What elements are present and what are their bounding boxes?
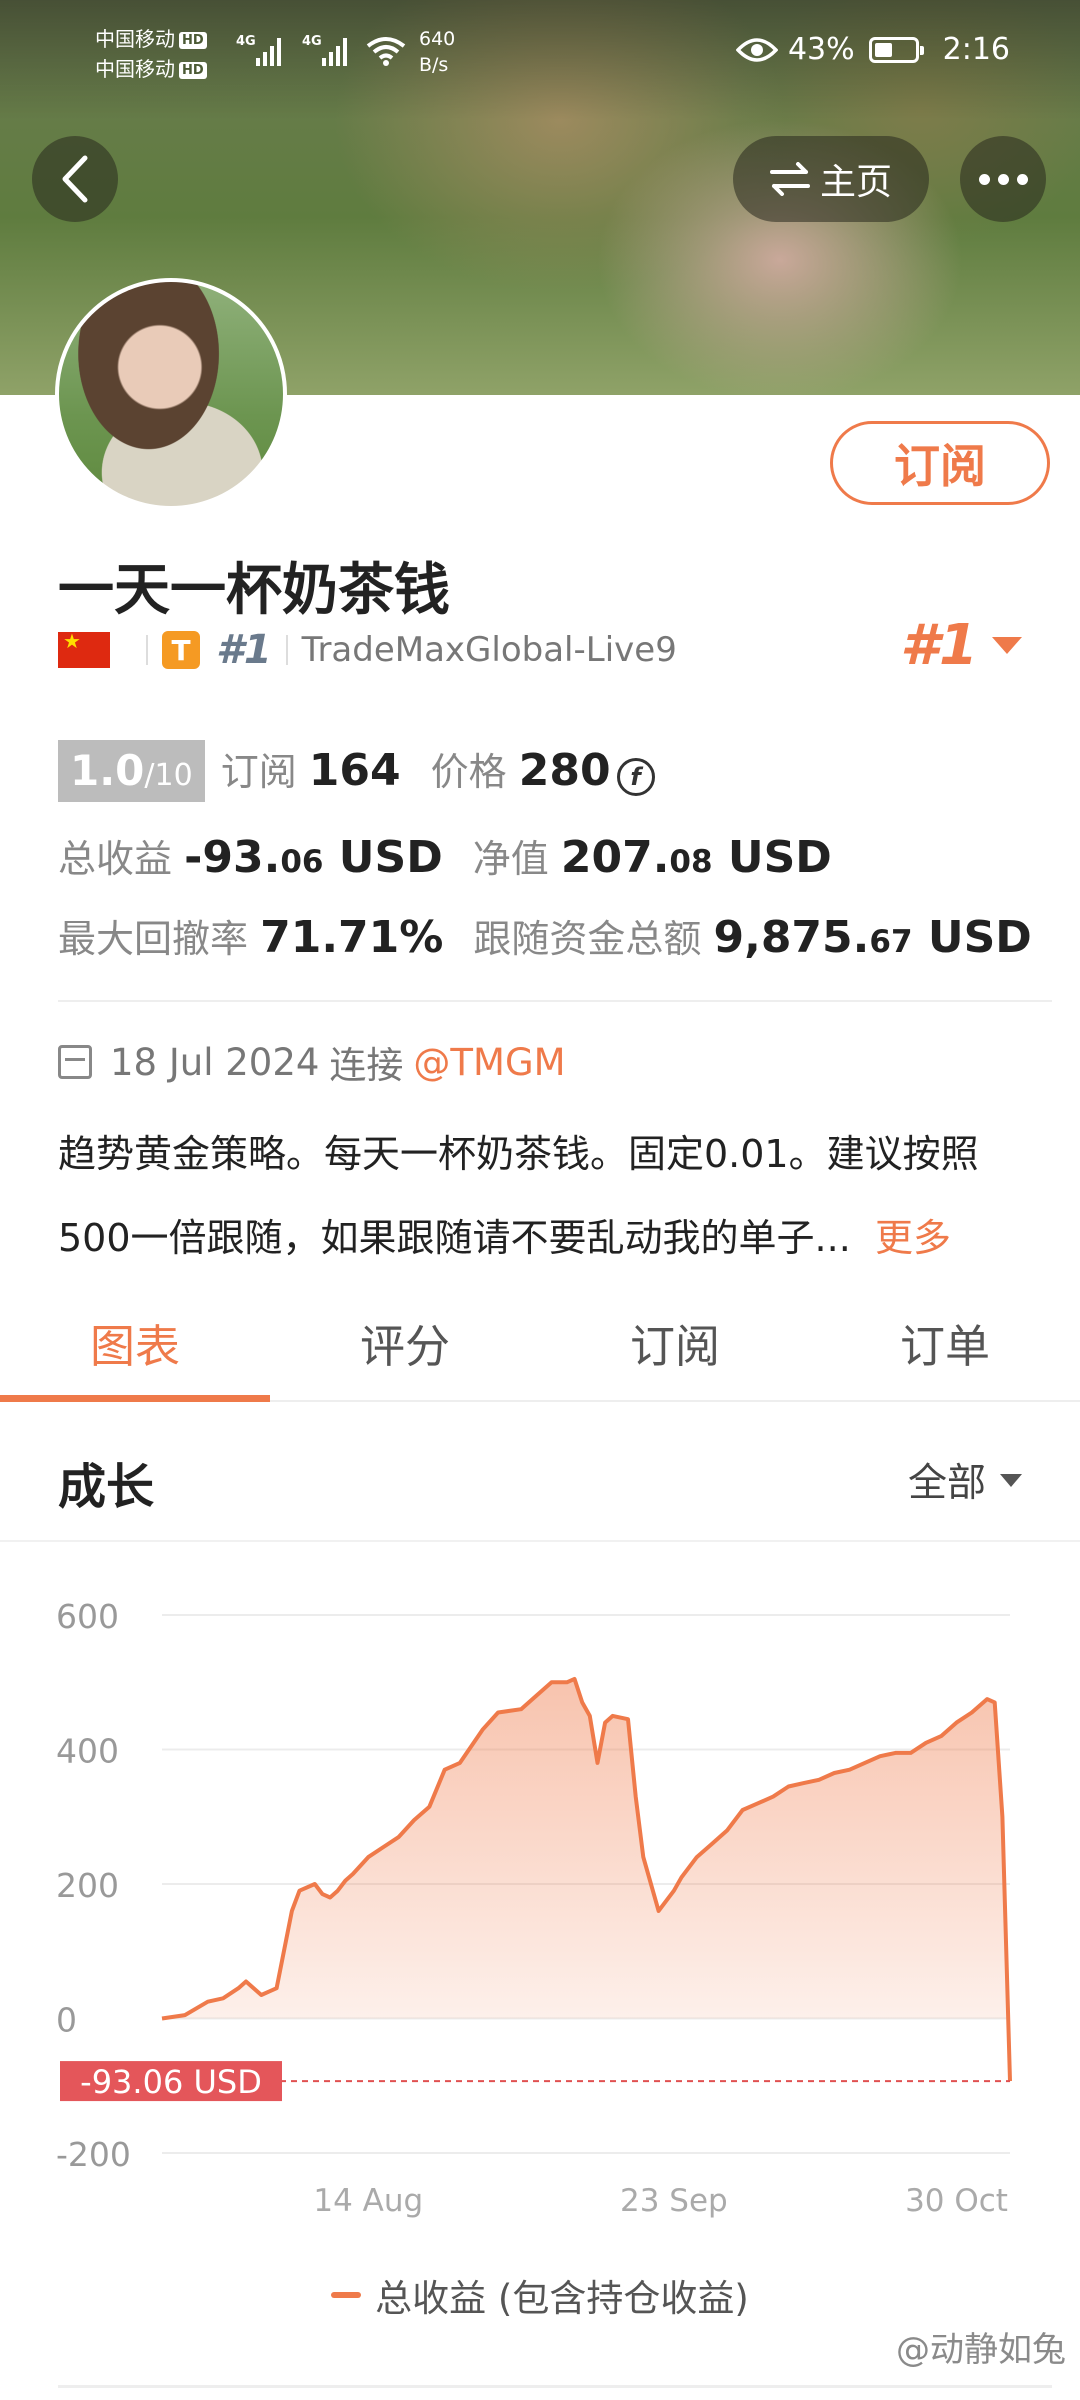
- tab-rating[interactable]: 评分: [270, 1290, 540, 1400]
- hd-badge: HD: [179, 62, 207, 79]
- avatar[interactable]: [55, 278, 287, 510]
- y-tick-label: -200: [56, 2135, 131, 2174]
- home-button[interactable]: 主页: [733, 136, 929, 222]
- x-tick-label: 23 Sep: [620, 2183, 728, 2219]
- current-value-label: -93.06 USD: [80, 2063, 262, 2101]
- calendar-icon: [58, 1045, 92, 1079]
- divider: [285, 635, 288, 665]
- tier-badge: T: [162, 631, 200, 669]
- caret-down-icon: [1000, 1473, 1022, 1487]
- chevron-left-icon: [62, 155, 88, 203]
- network-type: 4G: [302, 34, 322, 49]
- tab-subscribe[interactable]: 订阅: [540, 1290, 810, 1400]
- stats-row-1: 1.0/10 订阅 164 价格 280 f: [58, 740, 655, 802]
- total-pl-label: 总收益: [58, 837, 173, 881]
- divider: [58, 1000, 1052, 1002]
- more-icon: [978, 173, 990, 185]
- follow-funds-label: 跟随资金总额: [473, 917, 702, 961]
- stats-row-2: 总收益 -93.06 USD 净值 207.08 USD: [58, 828, 832, 883]
- broker-link[interactable]: @TMGM: [413, 1041, 565, 1084]
- battery-icon: [868, 36, 924, 63]
- profile-meta: T #1 TradeMaxGlobal-Live9: [58, 627, 677, 673]
- clock: 2:16: [942, 32, 1010, 67]
- divider: [58, 2385, 1052, 2388]
- y-tick-label: 600: [56, 1597, 119, 1636]
- back-button[interactable]: [32, 136, 118, 222]
- y-tick-label: 0: [56, 2001, 77, 2040]
- x-tick-label: 30 Oct: [905, 2183, 1008, 2219]
- stats-row-3: 最大回撤率 71.71% 跟随资金总额 9,875.67 USD: [58, 908, 1032, 963]
- price-value: 280: [518, 745, 611, 796]
- tab-orders[interactable]: 订单: [810, 1290, 1080, 1400]
- follow-funds-value: 9,875.67 USD: [713, 912, 1032, 963]
- tab-bar: 图表 评分 订阅 订单: [0, 1290, 1080, 1402]
- price-label: 价格: [430, 750, 507, 794]
- divider: [146, 635, 148, 665]
- signal-icon: [256, 36, 284, 66]
- strategy-description: 趋势黄金策略。每天一杯奶茶钱。固定0.01。建议按照 500一倍跟随，如果跟随请…: [58, 1132, 979, 1260]
- tab-chart[interactable]: 图表: [0, 1290, 270, 1402]
- score-badge: 1.0/10: [58, 740, 205, 802]
- x-tick-label: 14 Aug: [313, 2183, 423, 2219]
- coin-icon: f: [616, 758, 655, 796]
- range-label: 全部: [907, 1461, 986, 1506]
- more-button[interactable]: [960, 136, 1046, 222]
- y-tick-label: 400: [56, 1732, 119, 1771]
- china-flag-icon: [58, 629, 110, 668]
- battery-percent: 43%: [787, 32, 855, 67]
- growth-header: 成长 全部: [0, 1402, 1080, 1542]
- subscribers-label: 订阅: [220, 750, 297, 794]
- series-area: [162, 1678, 1010, 2082]
- connect-date: 18 Jul 2024: [110, 1040, 320, 1084]
- server-name: TradeMaxGlobal-Live9: [301, 630, 677, 670]
- swap-icon: [769, 162, 810, 196]
- rank-value: #1: [900, 613, 978, 678]
- max-drawdown-value: 71.71%: [260, 912, 444, 963]
- total-pl-value: -93.06 USD: [184, 832, 443, 883]
- equity-label: 净值: [472, 837, 549, 881]
- legend-swatch: [331, 2292, 362, 2298]
- growth-chart[interactable]: 600 400 200 0 -200 14 Aug 23 Sep 30 Oct -93.06 U…: [0, 1545, 1080, 2365]
- carrier-2: 中国移动: [95, 57, 175, 81]
- equity-value: 207.08 USD: [560, 832, 832, 883]
- range-dropdown[interactable]: 全部: [908, 1452, 1022, 1508]
- subscribers-value: 164: [308, 745, 401, 796]
- carrier-info: 中国移动 HD 中国移动 HD: [95, 24, 207, 84]
- status-bar: 中国移动 HD 中国移动 HD 4G 4G 640 B/s 43% 2:16: [0, 0, 1080, 110]
- chart-legend: 总收益 (包含持仓收益): [0, 2268, 1080, 2322]
- subscribe-button[interactable]: 订阅: [830, 421, 1050, 505]
- eye-icon: [735, 37, 778, 62]
- rank-dropdown[interactable]: #1: [900, 613, 1022, 678]
- network-type: 4G: [236, 34, 256, 49]
- wifi-icon: [366, 37, 406, 66]
- caret-down-icon: [992, 637, 1022, 654]
- rank-label: #1: [216, 627, 272, 673]
- section-title: 成长: [58, 1459, 155, 1515]
- y-tick-label: 200: [56, 1866, 119, 1905]
- network-speed: 640 B/s: [419, 28, 456, 76]
- hd-badge: HD: [179, 32, 207, 49]
- connect-label: 连接: [329, 1044, 404, 1087]
- connect-info: 18 Jul 2024 连接 @TMGM: [58, 1035, 566, 1089]
- carrier-1: 中国移动: [95, 27, 175, 51]
- profile-name: 一天一杯奶茶钱: [58, 558, 450, 623]
- legend-label: 总收益 (包含持仓收益): [375, 2277, 749, 2320]
- signal-icon: [322, 36, 350, 66]
- max-drawdown-label: 最大回撤率: [58, 917, 249, 961]
- home-label: 主页: [819, 162, 892, 203]
- more-link[interactable]: 更多: [875, 1216, 951, 1260]
- watermark: @动静如兔: [896, 2330, 1066, 2370]
